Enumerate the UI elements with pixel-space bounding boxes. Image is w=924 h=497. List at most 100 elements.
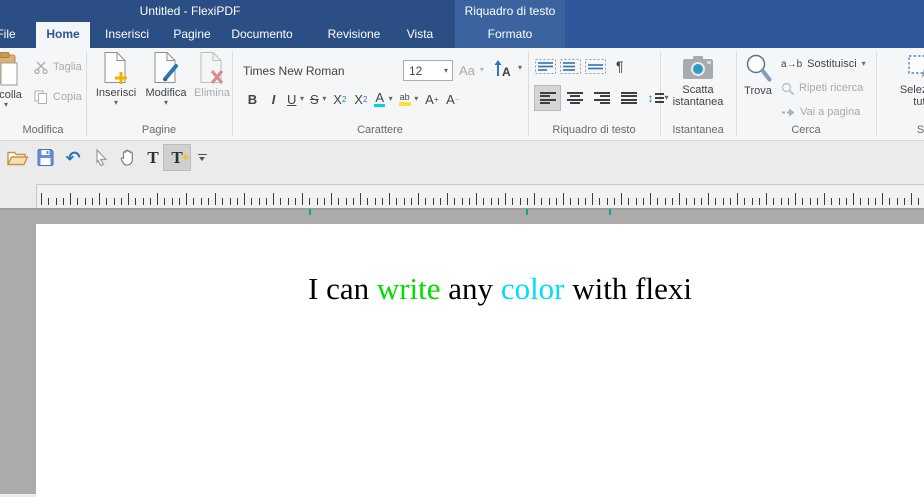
save-button[interactable] — [32, 145, 58, 170]
ruler-tick — [505, 193, 506, 205]
select-all-icon — [908, 55, 924, 81]
ruler-tick — [795, 193, 796, 205]
text-edit-tool[interactable]: T — [164, 145, 190, 170]
doc-text-segment: I can — [308, 271, 377, 306]
open-button[interactable] — [4, 145, 30, 170]
line-spacing-arrows-icon: ↕ — [647, 91, 653, 105]
ruler-tick — [208, 198, 209, 205]
pdf-page[interactable]: I can write any color with flexi — [36, 224, 924, 497]
fit-frame-icon[interactable] — [560, 59, 581, 74]
goto-page-button[interactable]: Vai a pagina — [781, 102, 866, 122]
group-label-istantanea: Istantanea — [660, 124, 736, 138]
text-edit-tool-icon: T — [171, 148, 182, 168]
ruler-tick — [911, 193, 912, 205]
fit-text-icon[interactable] — [535, 59, 556, 74]
select-cursor-tool[interactable] — [88, 145, 114, 170]
ruler-tick — [324, 198, 325, 205]
ruler-tick — [360, 193, 361, 205]
ruler-tick — [302, 193, 303, 205]
justify-icon — [621, 92, 637, 104]
italic-button[interactable]: I — [263, 87, 284, 111]
hand-icon — [120, 149, 135, 166]
clipboard-paste-icon — [0, 51, 21, 87]
pilcrow-icon[interactable]: ¶ — [616, 58, 624, 74]
repeat-search-button[interactable]: Ripeti ricerca — [781, 78, 866, 98]
toolbar-overflow-button[interactable] — [194, 145, 210, 170]
align-right-button[interactable] — [589, 86, 614, 110]
group-label-pagine: Pagine — [86, 124, 232, 138]
tab-inserisci[interactable]: Inserisci — [98, 22, 156, 48]
ruler-tick — [469, 198, 470, 205]
dropdown-arrow-icon: ▾ — [300, 95, 304, 103]
tab-home[interactable]: Home — [36, 22, 90, 48]
align-center-button[interactable] — [562, 86, 587, 110]
undo-button[interactable]: ↶ — [60, 145, 86, 170]
ruler-tick — [201, 198, 202, 205]
align-left-button[interactable] — [535, 86, 560, 110]
tab-revisione[interactable]: Revisione — [322, 22, 386, 48]
edit-page-button[interactable]: Modifica ▾ — [142, 51, 190, 126]
tab-documento[interactable]: Documento — [228, 22, 296, 48]
ruler-tick — [382, 198, 383, 205]
paste-button[interactable]: Incolla ▾ — [0, 51, 36, 126]
copy-button[interactable]: Copia — [34, 87, 82, 107]
sparkle-icon — [181, 153, 190, 162]
find-button[interactable]: Trova — [739, 51, 777, 126]
document-text-line[interactable]: I can write any color with flexi — [308, 271, 692, 307]
document-canvas[interactable]: I can write any color with flexi — [0, 210, 924, 497]
bold-button[interactable]: B — [242, 87, 263, 111]
ruler-tick — [70, 193, 71, 205]
ruler-tick — [875, 198, 876, 205]
a-to-b-icon: a→b — [781, 59, 802, 70]
ruler-tick — [164, 198, 165, 205]
ruler-tick — [781, 198, 782, 205]
subscript-button[interactable]: X2 — [329, 87, 350, 111]
align-right-icon — [594, 92, 610, 104]
underline-button[interactable]: U ▾ — [284, 87, 307, 111]
insert-page-button[interactable]: Inserisci ▾ — [92, 51, 140, 126]
shrink-font-button[interactable]: A− — [442, 87, 463, 111]
text-orientation-button[interactable]: A ▾ — [494, 58, 522, 78]
font-color-button[interactable]: A ▾ — [371, 87, 395, 111]
textbox-ruler-marker — [609, 209, 611, 215]
ruler-tick — [135, 198, 136, 205]
tab-formato[interactable]: Formato — [455, 22, 565, 48]
superscript-button[interactable]: X2 — [350, 87, 371, 111]
strikethrough-button[interactable]: S ▾ — [307, 87, 329, 111]
cut-button[interactable]: Taglia — [34, 57, 82, 77]
tab-file[interactable]: File — [0, 22, 32, 48]
change-case-button[interactable]: Aa ▾ — [459, 60, 484, 80]
highlight-button[interactable]: ab ▾ — [396, 87, 422, 111]
font-size-combobox[interactable]: 12 ▾ — [403, 60, 453, 81]
title-bar-right-section — [565, 0, 924, 48]
ruler-tick — [128, 193, 129, 205]
text-tool[interactable]: T — [140, 145, 166, 170]
text-orientation-icon: A — [494, 59, 513, 78]
ruler-tick — [628, 198, 629, 205]
hand-tool[interactable] — [114, 145, 140, 170]
select-all-button[interactable]: Seleziona tutto — [880, 51, 924, 126]
ruler-tick — [85, 198, 86, 205]
ruler-tick — [150, 198, 151, 205]
ribbon: Incolla ▾ Taglia Copia — [0, 48, 924, 141]
replace-button[interactable]: a→b Sostituisci ▾ — [781, 54, 866, 74]
camera-icon — [682, 55, 714, 80]
ruler-tick — [723, 198, 724, 205]
ruler-tick — [404, 198, 405, 205]
justify-button[interactable] — [616, 86, 641, 110]
delete-page-button[interactable]: Elimina — [191, 51, 233, 126]
tab-vista[interactable]: Vista — [396, 22, 444, 48]
group-label-carattere: Carattere — [232, 124, 528, 138]
tab-pagine[interactable]: Pagine — [164, 22, 220, 48]
fit-both-icon[interactable] — [585, 59, 606, 74]
doc-text-segment: write — [377, 271, 441, 306]
snapshot-button[interactable]: Scatta istantanea — [666, 51, 730, 126]
ruler-tick — [280, 198, 281, 205]
ruler-tick — [172, 198, 173, 205]
grow-font-button[interactable]: A+ — [421, 87, 442, 111]
horizontal-ruler[interactable] — [36, 184, 924, 208]
ruler-tick — [752, 198, 753, 205]
font-name-combobox[interactable]: Times New Roman — [243, 61, 363, 81]
flexipdf-window: Riquadro di testo Untitled - FlexiPDF Fi… — [0, 0, 924, 497]
ruler-tick — [41, 193, 42, 205]
